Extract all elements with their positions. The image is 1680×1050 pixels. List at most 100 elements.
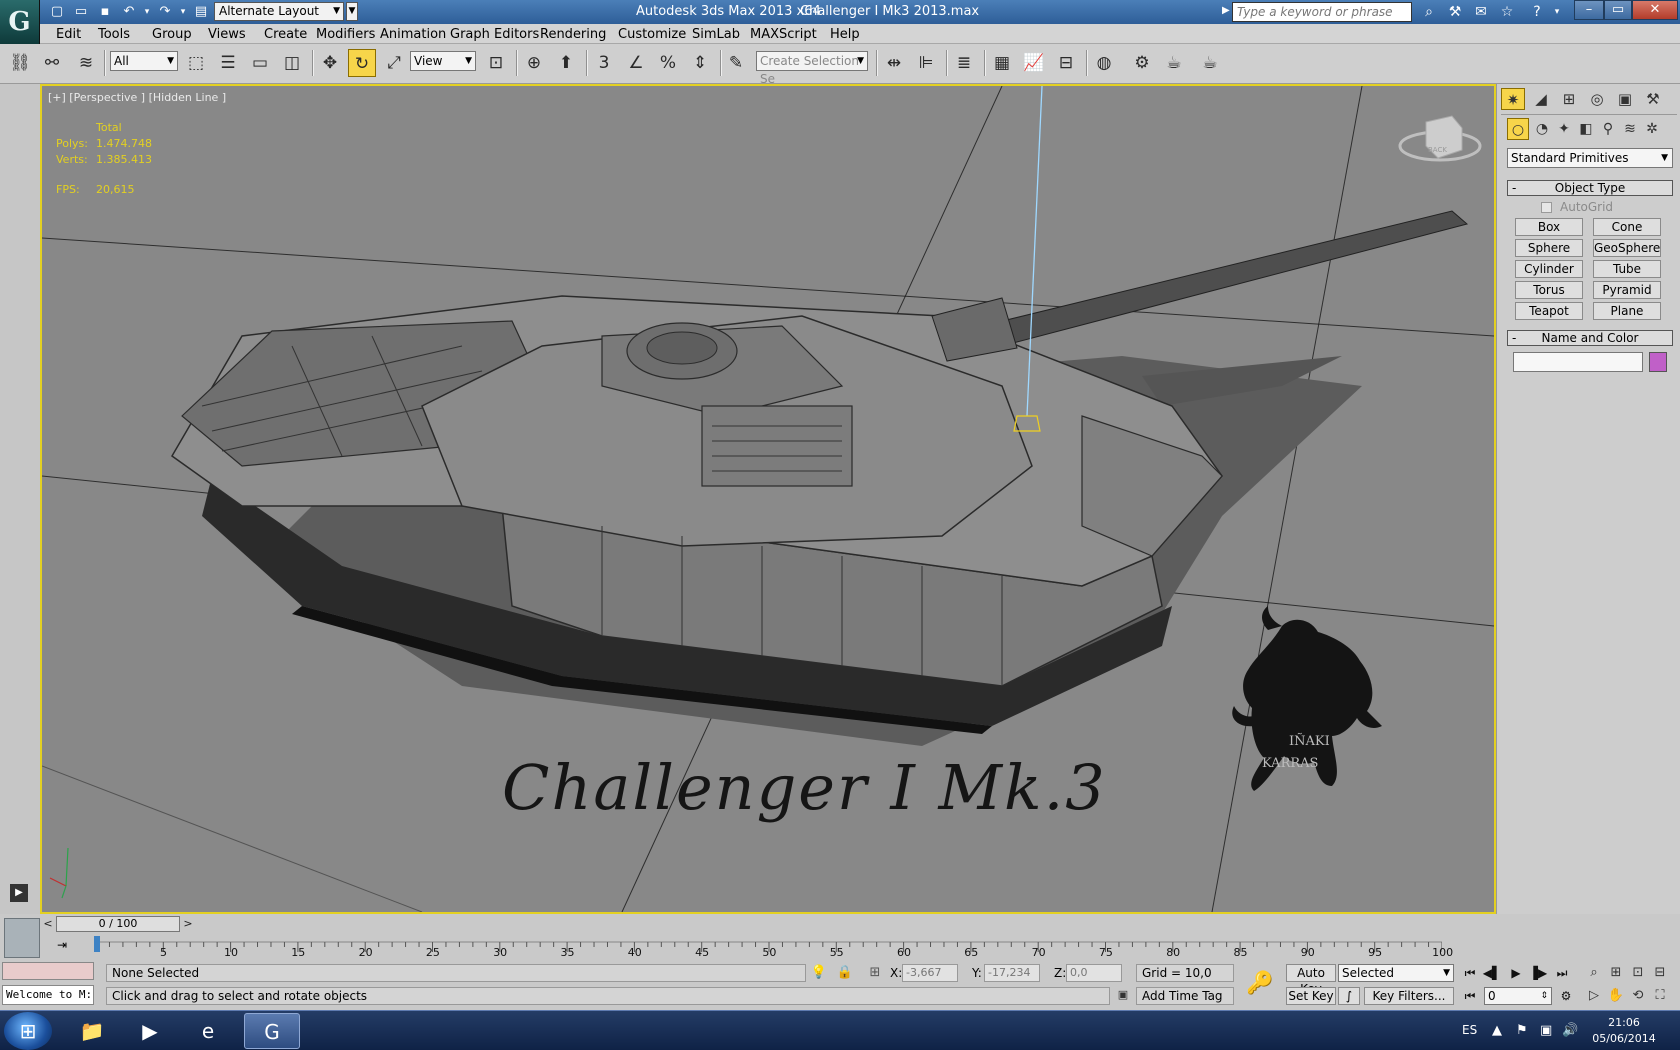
maxscript-welcome[interactable]: Welcome to M:	[2, 985, 94, 1005]
explorer-icon[interactable]: 📁	[64, 1013, 120, 1049]
set-keys-key-icon[interactable]: 🔑	[1240, 964, 1280, 1004]
menu-simlab[interactable]: SimLab	[692, 27, 740, 42]
go-to-end-icon[interactable]: ⏭	[1552, 964, 1572, 982]
select-and-rotate-icon[interactable]: ↻	[348, 49, 376, 77]
render-setup-icon[interactable]: ⚙	[1128, 49, 1156, 77]
project-folder-icon[interactable]: ▤	[192, 3, 210, 21]
help-dropdown-icon[interactable]: ▾	[1546, 2, 1568, 22]
add-time-tag-button[interactable]: Add Time Tag	[1136, 987, 1234, 1005]
create-tab-icon[interactable]: ✷	[1501, 88, 1525, 110]
align-icon[interactable]: ⊫	[912, 49, 940, 77]
bind-to-space-warp-icon[interactable]: ≋	[72, 49, 100, 77]
help-icon[interactable]: ?	[1526, 2, 1548, 22]
time-configuration-icon[interactable]: ⚙	[1556, 987, 1576, 1005]
key-filters-button[interactable]: Key Filters...	[1364, 987, 1454, 1005]
pivot-center-icon[interactable]: ⊡	[482, 49, 510, 77]
shapes-icon[interactable]: ◔	[1531, 118, 1553, 140]
media-player-icon[interactable]: ▶	[122, 1013, 178, 1049]
x-coordinate-field[interactable]: -3,667	[902, 964, 958, 982]
menu-help[interactable]: Help	[830, 27, 860, 42]
select-and-scale-icon[interactable]: ⤢	[380, 49, 408, 77]
play-sidebar-icon[interactable]: ▶	[10, 884, 28, 902]
new-file-icon[interactable]: ▢	[48, 3, 66, 21]
geometry-icon[interactable]: ○	[1507, 118, 1529, 140]
cylinder-button[interactable]: Cylinder	[1515, 260, 1583, 278]
key-mode-dropdown[interactable]: Selected ▼	[1338, 964, 1454, 982]
object-type-rollout[interactable]: - Object Type	[1507, 180, 1673, 196]
field-of-view-icon[interactable]: ▷	[1584, 987, 1604, 1005]
current-frame-field[interactable]: 0 ⇕	[1484, 987, 1552, 1005]
viewport-label-menu[interactable]: [+] [Perspective ] [Hidden Line ]	[48, 91, 226, 104]
rectangular-selection-icon[interactable]: ▭	[246, 49, 274, 77]
undo-dropdown-icon[interactable]: ▾	[138, 3, 156, 21]
y-coordinate-field[interactable]: -17,234	[984, 964, 1040, 982]
spinner-snap-icon[interactable]: ⇕	[686, 49, 714, 77]
zoom-extents-all-icon[interactable]: ⊟	[1650, 964, 1670, 982]
angle-snap-icon[interactable]: ∠	[622, 49, 650, 77]
time-slider-prev-button[interactable]: <	[42, 916, 54, 932]
maximize-button[interactable]: ▭	[1604, 0, 1632, 20]
rendered-frame-window-icon[interactable]: ☕	[1160, 49, 1188, 77]
zoom-icon[interactable]: ⌕	[1584, 964, 1604, 982]
isolate-selection-icon[interactable]: 💡	[810, 964, 828, 982]
select-and-move-icon[interactable]: ✥	[316, 49, 344, 77]
tube-button[interactable]: Tube	[1593, 260, 1661, 278]
named-selection-input[interactable]: Create Selection Se ▼	[756, 51, 868, 86]
name-and-color-rollout[interactable]: - Name and Color	[1507, 330, 1673, 346]
space-warps-icon[interactable]: ≋	[1619, 118, 1641, 140]
display-tab-icon[interactable]: ▣	[1613, 88, 1637, 110]
volume-icon[interactable]: 🔊	[1562, 1023, 1578, 1038]
menu-animation[interactable]: Animation	[380, 27, 446, 42]
pyramid-button[interactable]: Pyramid	[1593, 281, 1661, 299]
play-icon[interactable]: ▶	[1506, 964, 1526, 982]
object-category-dropdown[interactable]: Standard Primitives ▼	[1507, 148, 1673, 168]
autogrid-checkbox[interactable]: AutoGrid	[1541, 200, 1613, 214]
modify-tab-icon[interactable]: ◢	[1529, 88, 1553, 110]
action-center-icon[interactable]: ⚑	[1516, 1023, 1528, 1038]
3ds-max-taskbar-icon[interactable]: G	[244, 1013, 300, 1049]
zoom-all-icon[interactable]: ⊞	[1606, 964, 1626, 982]
redo-dropdown-icon[interactable]: ▾	[174, 3, 192, 21]
percent-snap-icon[interactable]: %	[654, 49, 682, 77]
edit-named-selection-icon[interactable]: ✎	[722, 49, 750, 77]
geosphere-button[interactable]: GeoSphere	[1593, 239, 1661, 257]
time-slider[interactable]: 0 / 100	[56, 916, 180, 932]
internet-explorer-icon[interactable]: e	[180, 1013, 236, 1049]
zoom-extents-icon[interactable]: ⊡	[1628, 964, 1648, 982]
binoculars-icon[interactable]: ⌕	[1418, 2, 1440, 22]
z-coordinate-field[interactable]: 0,0	[1066, 964, 1122, 982]
pan-view-icon[interactable]: ✋	[1606, 987, 1626, 1005]
application-menu-button[interactable]: G	[0, 0, 40, 44]
open-file-icon[interactable]: ▭	[72, 3, 90, 21]
cone-button[interactable]: Cone	[1593, 218, 1661, 236]
close-button[interactable]: ✕	[1632, 0, 1678, 20]
workspace-dropdown[interactable]: Alternate Layout ▼	[214, 2, 344, 21]
auto-key-button[interactable]: Auto Key	[1286, 964, 1336, 996]
minimize-button[interactable]: –	[1574, 0, 1604, 20]
quick-access-customize-button[interactable]: ▼	[346, 2, 358, 21]
utilities-tab-icon[interactable]: ⚒	[1641, 88, 1665, 110]
time-tag-icon[interactable]: ▣	[1114, 988, 1132, 1004]
maximize-viewport-icon[interactable]: ⛶	[1650, 987, 1670, 1005]
helpers-icon[interactable]: ⚲	[1597, 118, 1619, 140]
sphere-button[interactable]: Sphere	[1515, 239, 1583, 257]
mirror-icon[interactable]: ⇹	[880, 49, 908, 77]
render-production-icon[interactable]: ☕	[1196, 49, 1224, 77]
go-to-start-icon[interactable]: ⏮	[1460, 964, 1480, 982]
menu-maxscript[interactable]: MAXScript	[750, 27, 817, 42]
window-crossing-icon[interactable]: ◫	[278, 49, 306, 77]
menu-graph-editors[interactable]: Graph Editors	[450, 27, 539, 42]
select-and-link-icon[interactable]: ⛓	[6, 49, 34, 77]
system-clock[interactable]: 21:06 05/06/2014	[1584, 1015, 1664, 1047]
material-editor-icon[interactable]: ◍	[1090, 49, 1118, 77]
object-color-swatch[interactable]	[1649, 352, 1667, 372]
menu-create[interactable]: Create	[264, 27, 307, 42]
torus-button[interactable]: Torus	[1515, 281, 1583, 299]
menu-rendering[interactable]: Rendering	[540, 27, 606, 42]
set-key-button[interactable]: Set Key	[1286, 987, 1336, 1005]
network-icon[interactable]: ▣	[1540, 1023, 1552, 1038]
key-mode-toggle-icon[interactable]: ⏮	[1460, 987, 1480, 1005]
motion-tab-icon[interactable]: ◎	[1585, 88, 1609, 110]
lights-icon[interactable]: ✦	[1553, 118, 1575, 140]
menu-modifiers[interactable]: Modifiers	[316, 27, 375, 42]
